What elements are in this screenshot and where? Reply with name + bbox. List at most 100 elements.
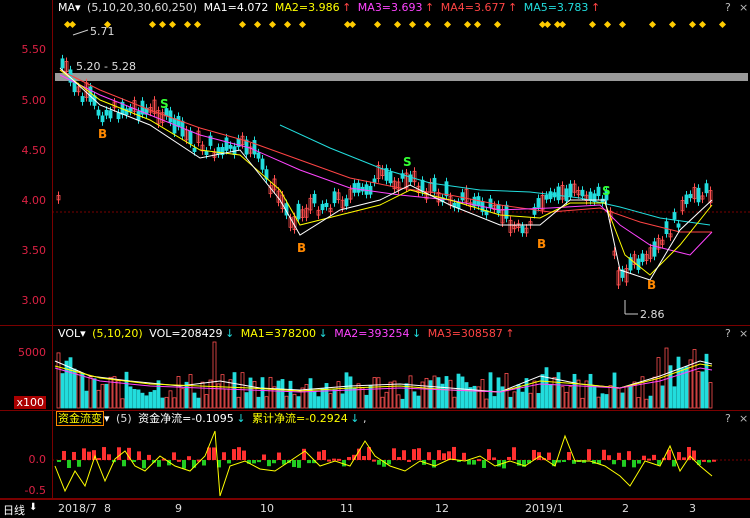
- signal-diamond-icon: [698, 20, 707, 29]
- flow-bar: [407, 459, 411, 462]
- flow-bar: [432, 460, 436, 468]
- flow-bar: [652, 454, 656, 460]
- volume-bar: [636, 397, 641, 409]
- flow-bar: [272, 460, 276, 464]
- flow-bar: [402, 450, 406, 460]
- signal-diamond-icon: [718, 20, 727, 29]
- volume-bar: [620, 392, 625, 409]
- volume-bar: [444, 376, 449, 409]
- volume-bar: [308, 378, 313, 409]
- volume-bar: [352, 387, 357, 409]
- volume-panel[interactable]: VOL▾ (5,10,20) VOL=208429 ↓ MA1=378200 ↓…: [0, 326, 750, 411]
- flow-bar: [372, 459, 376, 462]
- volume-bar: [236, 396, 241, 409]
- buy-signal: B: [537, 237, 546, 251]
- flow-bar: [297, 460, 301, 468]
- flow-bar: [682, 457, 686, 460]
- candle-body: [228, 145, 233, 149]
- flow-bar: [487, 449, 491, 460]
- period-dropdown-icon[interactable]: ⬇: [29, 502, 37, 513]
- volume-bar: [264, 396, 269, 409]
- volume-bar: [260, 377, 265, 409]
- flow-bar: [157, 460, 161, 467]
- volume-bar: [372, 377, 377, 409]
- volume-bar: [596, 396, 601, 409]
- flow-bar: [122, 460, 126, 467]
- candle-body: [504, 204, 509, 219]
- volume-bar: [276, 380, 281, 409]
- volume-bar: [128, 386, 133, 409]
- signal-diamond-icon: [253, 20, 262, 29]
- candle-body: [536, 198, 541, 208]
- candle-body: [296, 203, 301, 220]
- price-panel[interactable]: MA▾ (5,10,20,30,60,250) MA1=4.072 MA2=3.…: [0, 0, 750, 326]
- signal-diamond-icon: [558, 20, 567, 29]
- candle-body: [664, 221, 669, 235]
- signal-diamond-icon: [618, 20, 627, 29]
- volume-bar: [696, 371, 701, 409]
- flow-bar: [202, 460, 206, 466]
- signal-diamond-icon: [238, 20, 247, 29]
- flow-bar: [302, 448, 306, 460]
- flow-bar: [442, 453, 446, 460]
- volume-bar: [76, 370, 81, 409]
- volume-bar: [292, 393, 297, 409]
- buy-signal: B: [297, 241, 306, 255]
- volume-bar: [672, 386, 677, 409]
- volume-bar: [480, 379, 485, 409]
- flow-bar: [632, 460, 636, 468]
- fund-flow-panel[interactable]: 资金流变 ▾ (5) 资金净流=-0.1095 ↓ 累计净流=-0.2924 ↓ …: [0, 411, 750, 499]
- volume-bar: [144, 395, 149, 409]
- candle-body: [460, 192, 465, 201]
- flow-bar: [642, 455, 646, 460]
- volume-bar: [364, 394, 369, 409]
- candle-body: [672, 212, 677, 220]
- flow-bar: [227, 460, 231, 464]
- candle-body: [684, 194, 689, 205]
- volume-bar: [252, 381, 257, 409]
- flow-bar: [212, 447, 216, 460]
- price-band: [55, 73, 748, 81]
- volume-bar: [188, 374, 193, 409]
- flow-bar: [362, 456, 366, 460]
- candle-body: [420, 179, 425, 193]
- price-low-label: 2.86: [640, 308, 665, 321]
- candle-body: [60, 58, 65, 69]
- volume-bar: [56, 352, 61, 409]
- candle-body: [548, 191, 553, 200]
- candle-body: [312, 193, 317, 204]
- candle-body: [388, 171, 393, 184]
- volume-bar: [360, 387, 365, 409]
- period-button[interactable]: 日线: [3, 502, 25, 518]
- signal-diamond-icon: [298, 20, 307, 29]
- volume-bar: [648, 395, 653, 409]
- flow-bar: [547, 452, 551, 460]
- flow-bar: [182, 460, 186, 469]
- flow-bar: [637, 460, 641, 464]
- volume-bar: [700, 371, 705, 409]
- volume-bar: [380, 396, 385, 409]
- flow-bar: [502, 460, 506, 469]
- flow-bar: [117, 447, 121, 460]
- flow-bar: [392, 448, 396, 460]
- candle-body: [372, 178, 377, 183]
- flow-bar: [67, 460, 71, 468]
- date-label: 2019/1: [525, 502, 564, 515]
- flow-bar: [512, 447, 516, 460]
- signal-diamond-icon: [168, 20, 177, 29]
- candle-body: [192, 147, 197, 152]
- volume-bar: [588, 373, 593, 409]
- buy-signal: B: [98, 127, 107, 141]
- volume-bar: [404, 383, 409, 409]
- volume-bar: [212, 341, 217, 409]
- volume-bar: [340, 393, 345, 409]
- volume-bar: [564, 391, 569, 409]
- candle-body: [108, 110, 113, 119]
- candle-body: [104, 109, 109, 116]
- volume-bar: [612, 372, 617, 409]
- volume-bar: [192, 392, 197, 409]
- signal-diamond-icon: [183, 20, 192, 29]
- flow-bar: [412, 449, 416, 460]
- flow-bar: [322, 450, 326, 460]
- flow-bar: [257, 460, 261, 463]
